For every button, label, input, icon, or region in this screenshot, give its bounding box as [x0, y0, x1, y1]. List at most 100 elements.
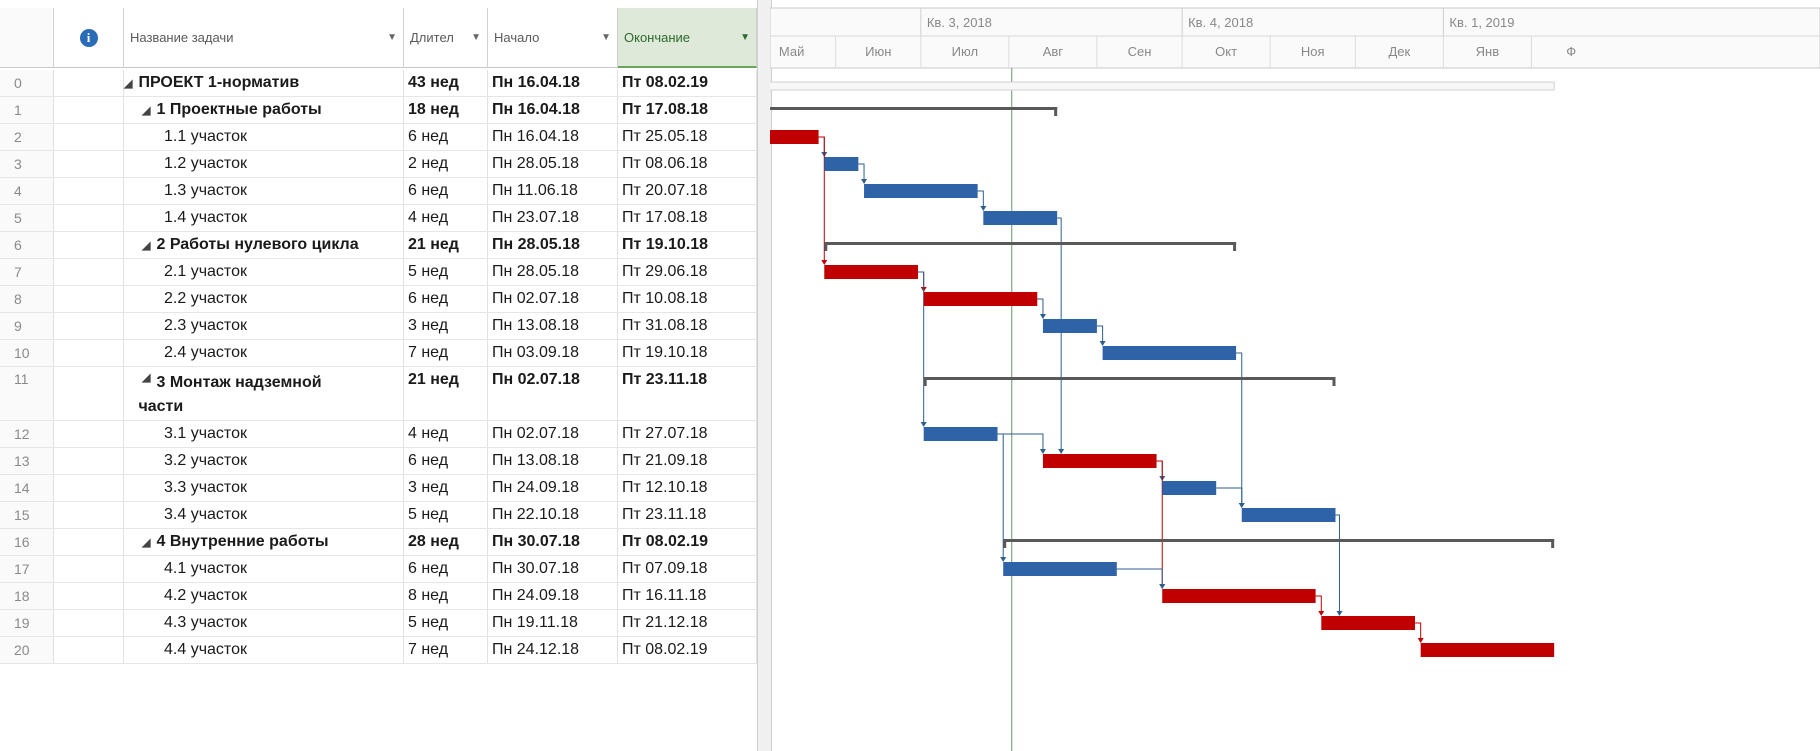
row-number[interactable]: 19: [0, 610, 54, 636]
start-cell[interactable]: Пн 24.09.18: [488, 583, 618, 609]
finish-cell[interactable]: Пт 21.12.18: [618, 610, 757, 636]
table-row[interactable]: 8 2.2 участок 6 нед Пн 02.07.18 Пт 10.08.18: [0, 286, 757, 313]
row-number[interactable]: 17: [0, 556, 54, 582]
row-number[interactable]: 16: [0, 529, 54, 555]
duration-cell[interactable]: 4 нед: [404, 205, 488, 231]
task-name-cell[interactable]: 4.1 участок: [124, 556, 404, 582]
start-cell[interactable]: Пн 11.06.18: [488, 178, 618, 204]
row-number[interactable]: 6: [0, 232, 54, 258]
collapse-icon[interactable]: ◢: [142, 104, 150, 117]
chevron-down-icon[interactable]: ▼: [387, 32, 403, 43]
table-row[interactable]: 14 3.3 участок 3 нед Пн 24.09.18 Пт 12.10.18: [0, 475, 757, 502]
duration-column-header[interactable]: Длител ▼: [404, 8, 488, 68]
duration-cell[interactable]: 43 нед: [404, 70, 488, 96]
row-number[interactable]: 7: [0, 259, 54, 285]
collapse-icon[interactable]: ◢: [124, 77, 132, 90]
row-number[interactable]: 18: [0, 583, 54, 609]
start-cell[interactable]: Пн 02.07.18: [488, 286, 618, 312]
finish-cell[interactable]: Пт 29.06.18: [618, 259, 757, 285]
duration-cell[interactable]: 21 нед: [404, 367, 488, 420]
start-cell[interactable]: Пн 02.07.18: [488, 367, 618, 420]
info-column-header[interactable]: i: [54, 8, 124, 68]
start-cell[interactable]: Пн 28.05.18: [488, 151, 618, 177]
row-number[interactable]: 3: [0, 151, 54, 177]
finish-cell[interactable]: Пт 19.10.18: [618, 340, 757, 366]
finish-cell[interactable]: Пт 08.02.19: [618, 637, 757, 663]
duration-cell[interactable]: 8 нед: [404, 583, 488, 609]
row-number[interactable]: 8: [0, 286, 54, 312]
table-row[interactable]: 15 3.4 участок 5 нед Пн 22.10.18 Пт 23.11.18: [0, 502, 757, 529]
table-row[interactable]: 3 1.2 участок 2 нед Пн 28.05.18 Пт 08.06.18: [0, 151, 757, 178]
duration-cell[interactable]: 6 нед: [404, 448, 488, 474]
duration-cell[interactable]: 5 нед: [404, 610, 488, 636]
finish-cell[interactable]: Пт 10.08.18: [618, 286, 757, 312]
finish-cell[interactable]: Пт 23.11.18: [618, 367, 757, 420]
row-number[interactable]: 11: [0, 367, 54, 420]
duration-cell[interactable]: 2 нед: [404, 151, 488, 177]
duration-cell[interactable]: 6 нед: [404, 124, 488, 150]
table-row[interactable]: 16 ◢ 4 Внутренние работы 28 нед Пн 30.07.18 П…: [0, 529, 757, 556]
start-cell[interactable]: Пн 28.05.18: [488, 232, 618, 258]
start-cell[interactable]: Пн 13.08.18: [488, 448, 618, 474]
start-cell[interactable]: Пн 16.04.18: [488, 124, 618, 150]
start-cell[interactable]: Пн 24.12.18: [488, 637, 618, 663]
row-number[interactable]: 14: [0, 475, 54, 501]
table-row[interactable]: 1 ◢ 1 Проектные работы 18 нед Пн 16.04.18 Пт …: [0, 97, 757, 124]
table-row[interactable]: 10 2.4 участок 7 нед Пн 03.09.18 Пт 19.10.18: [0, 340, 757, 367]
task-name-cell[interactable]: 2.1 участок: [124, 259, 404, 285]
row-number[interactable]: 4: [0, 178, 54, 204]
start-cell[interactable]: Пн 16.04.18: [488, 70, 618, 96]
start-column-header[interactable]: Начало ▼: [488, 8, 618, 68]
chevron-down-icon[interactable]: ▼: [471, 32, 487, 43]
start-cell[interactable]: Пн 03.09.18: [488, 340, 618, 366]
table-row[interactable]: 7 2.1 участок 5 нед Пн 28.05.18 Пт 29.06.18: [0, 259, 757, 286]
finish-cell[interactable]: Пт 17.08.18: [618, 205, 757, 231]
start-cell[interactable]: Пн 30.07.18: [488, 556, 618, 582]
finish-cell[interactable]: Пт 12.10.18: [618, 475, 757, 501]
finish-cell[interactable]: Пт 19.10.18: [618, 232, 757, 258]
duration-cell[interactable]: 6 нед: [404, 286, 488, 312]
finish-cell[interactable]: Пт 17.08.18: [618, 97, 757, 123]
table-row[interactable]: 12 3.1 участок 4 нед Пн 02.07.18 Пт 27.07.18: [0, 421, 757, 448]
task-name-cell[interactable]: 2.3 участок: [124, 313, 404, 339]
start-cell[interactable]: Пн 19.11.18: [488, 610, 618, 636]
start-cell[interactable]: Пн 24.09.18: [488, 475, 618, 501]
task-name-cell[interactable]: 1.2 участок: [124, 151, 404, 177]
row-number[interactable]: 5: [0, 205, 54, 231]
duration-cell[interactable]: 3 нед: [404, 475, 488, 501]
collapse-icon[interactable]: ◢: [142, 239, 150, 252]
task-name-column-header[interactable]: Название задачи ▼: [124, 8, 404, 68]
finish-cell[interactable]: Пт 08.06.18: [618, 151, 757, 177]
table-row[interactable]: 9 2.3 участок 3 нед Пн 13.08.18 Пт 31.08.18: [0, 313, 757, 340]
collapse-icon[interactable]: ◢: [142, 371, 150, 384]
task-name-cell[interactable]: 3.4 участок: [124, 502, 404, 528]
table-row[interactable]: 18 4.2 участок 8 нед Пн 24.09.18 Пт 16.11.18: [0, 583, 757, 610]
table-row[interactable]: 17 4.1 участок 6 нед Пн 30.07.18 Пт 07.09.18: [0, 556, 757, 583]
duration-cell[interactable]: 28 нед: [404, 529, 488, 555]
finish-cell[interactable]: Пт 08.02.19: [618, 529, 757, 555]
duration-cell[interactable]: 21 нед: [404, 232, 488, 258]
duration-cell[interactable]: 5 нед: [404, 259, 488, 285]
start-cell[interactable]: Пн 13.08.18: [488, 313, 618, 339]
start-cell[interactable]: Пн 23.07.18: [488, 205, 618, 231]
collapse-icon[interactable]: ◢: [142, 536, 150, 549]
row-number[interactable]: 10: [0, 340, 54, 366]
start-cell[interactable]: Пн 02.07.18: [488, 421, 618, 447]
duration-cell[interactable]: 7 нед: [404, 340, 488, 366]
row-number[interactable]: 20: [0, 637, 54, 663]
task-name-cell[interactable]: 4.3 участок: [124, 610, 404, 636]
task-name-cell[interactable]: 2.4 участок: [124, 340, 404, 366]
start-cell[interactable]: Пн 22.10.18: [488, 502, 618, 528]
finish-cell[interactable]: Пт 31.08.18: [618, 313, 757, 339]
task-name-cell[interactable]: ◢ 4 Внутренние работы: [124, 529, 404, 555]
row-number[interactable]: 1: [0, 97, 54, 123]
table-row[interactable]: 13 3.2 участок 6 нед Пн 13.08.18 Пт 21.09.18: [0, 448, 757, 475]
duration-cell[interactable]: 5 нед: [404, 502, 488, 528]
task-name-cell[interactable]: 4.4 участок: [124, 637, 404, 663]
task-name-cell[interactable]: ◢ 2 Работы нулевого цикла: [124, 232, 404, 258]
row-number[interactable]: 13: [0, 448, 54, 474]
finish-cell[interactable]: Пт 21.09.18: [618, 448, 757, 474]
task-name-cell[interactable]: 1.3 участок: [124, 178, 404, 204]
start-cell[interactable]: Пн 30.07.18: [488, 529, 618, 555]
task-name-cell[interactable]: 3.1 участок: [124, 421, 404, 447]
